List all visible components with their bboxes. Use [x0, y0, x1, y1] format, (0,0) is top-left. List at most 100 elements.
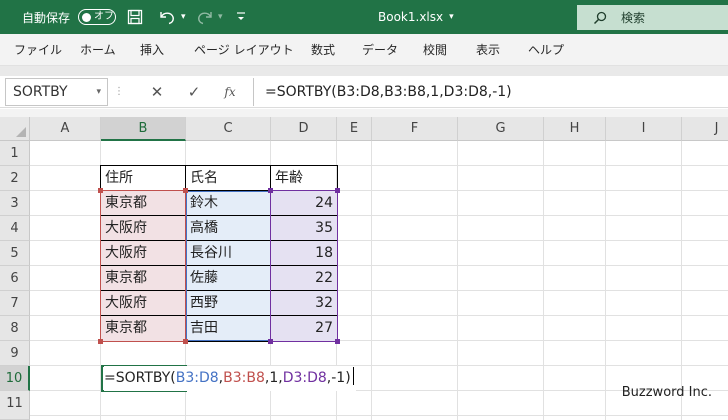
- row-header-7[interactable]: 7: [0, 291, 30, 316]
- formula-arg-range-b3-d8: B3:D8: [175, 370, 219, 386]
- redo-icon[interactable]: [196, 0, 214, 34]
- enter-icon[interactable]: ✓: [182, 78, 206, 106]
- file-name-dropdown-icon: ▾: [449, 12, 454, 22]
- column-header-d[interactable]: D: [271, 117, 337, 141]
- tab-page-layout[interactable]: ページ レイアウト: [194, 34, 294, 66]
- table-line: [100, 240, 338, 241]
- column-header-a[interactable]: A: [30, 117, 101, 141]
- row-header-11[interactable]: 11: [0, 391, 30, 420]
- undo-dropdown-icon[interactable]: ▾: [181, 0, 186, 34]
- range-handle[interactable]: [335, 339, 340, 344]
- search-icon: [593, 11, 607, 24]
- table-line: [100, 290, 338, 291]
- row-header-3[interactable]: 3: [0, 191, 30, 216]
- formula-input[interactable]: =SORTBY(B3:D8,B3:B8,1,D3:D8,-1): [253, 78, 728, 106]
- cell-age[interactable]: 27: [271, 316, 337, 341]
- tab-file[interactable]: ファイル: [14, 34, 62, 66]
- cell-age[interactable]: 35: [271, 216, 337, 241]
- column-header-b[interactable]: B: [101, 117, 186, 141]
- cell-formula-editor[interactable]: =SORTBY(B3:D8,B3:B8,1,D3:D8,-1): [104, 366, 356, 391]
- insert-function-icon[interactable]: fx: [218, 78, 242, 106]
- search-box[interactable]: 検索: [577, 5, 728, 30]
- column-header-h[interactable]: H: [544, 117, 606, 141]
- cell-age[interactable]: 24: [271, 191, 337, 216]
- cell-address[interactable]: 東京都: [101, 266, 186, 291]
- header-cell-name[interactable]: 氏名: [186, 166, 271, 191]
- formula-prefix: =SORTBY(: [104, 370, 176, 386]
- autosave-label: 自動保存: [22, 10, 71, 25]
- column-header-i[interactable]: I: [606, 117, 682, 141]
- range-handle[interactable]: [98, 339, 103, 344]
- cell-name[interactable]: 鈴木: [186, 191, 271, 216]
- redo-dropdown-icon[interactable]: ▾: [218, 0, 223, 34]
- undo-icon[interactable]: [158, 0, 176, 34]
- row-header-8[interactable]: 8: [0, 316, 30, 341]
- name-box-dropdown-icon[interactable]: ▾: [96, 79, 101, 105]
- customize-qat-icon[interactable]: [236, 0, 246, 34]
- column-header-g[interactable]: G: [458, 117, 544, 141]
- gridline: [681, 141, 682, 420]
- toggle-knob: [82, 12, 91, 22]
- cell-name[interactable]: 佐藤: [186, 266, 271, 291]
- row-header-9[interactable]: 9: [0, 341, 30, 366]
- select-all-corner[interactable]: [0, 117, 30, 141]
- cell-age[interactable]: 18: [271, 241, 337, 266]
- gridline: [457, 141, 458, 420]
- autosave-toggle[interactable]: オフ: [78, 9, 116, 25]
- ribbon-tabs: ファイル ホーム 挿入 ページ レイアウト 数式 データ 校閲 表示 ヘルプ: [0, 34, 728, 66]
- cell-name[interactable]: 吉田: [186, 316, 271, 341]
- autosave-state: オフ: [94, 11, 114, 22]
- file-name[interactable]: Book1.xlsx ▾: [378, 0, 454, 34]
- tab-help[interactable]: ヘルプ: [528, 34, 564, 66]
- row-header-10[interactable]: 10: [0, 366, 30, 391]
- table-line: [100, 315, 338, 316]
- cell-name[interactable]: 長谷川: [186, 241, 271, 266]
- save-icon[interactable]: [127, 0, 143, 34]
- range-handle[interactable]: [335, 188, 340, 193]
- formula-bar-grip-icon: ⋮: [114, 86, 124, 97]
- ribbon-collapsed-area: [0, 66, 728, 76]
- worksheet-grid[interactable]: A B C D E F G H I J 1 2 3 4 5 6 7 8 9 10…: [0, 117, 728, 420]
- formula-order-arg: ,1,: [264, 370, 283, 386]
- header-cell-age[interactable]: 年齢: [271, 166, 337, 191]
- tab-insert[interactable]: 挿入: [140, 34, 164, 66]
- table-line: [100, 265, 338, 266]
- cell-address[interactable]: 東京都: [101, 191, 186, 216]
- range-handle[interactable]: [183, 188, 188, 193]
- column-header-e[interactable]: E: [337, 117, 372, 141]
- column-header-c[interactable]: C: [186, 117, 271, 141]
- row-header-2[interactable]: 2: [0, 166, 30, 191]
- tab-formulas[interactable]: 数式: [311, 34, 335, 66]
- search-placeholder: 検索: [621, 11, 646, 25]
- row-header-4[interactable]: 4: [0, 216, 30, 241]
- column-header-f[interactable]: F: [372, 117, 458, 141]
- formula-arg-range-d3-d8: D3:D8: [282, 370, 327, 386]
- cell-address[interactable]: 大阪府: [101, 216, 186, 241]
- range-handle[interactable]: [98, 188, 103, 193]
- tab-view[interactable]: 表示: [476, 34, 500, 66]
- tab-home[interactable]: ホーム: [80, 34, 116, 66]
- formula-bar: SORTBY ▾ ⋮ ✕ ✓ fx =SORTBY(B3:D8,B3:B8,1,…: [0, 76, 728, 108]
- cell-age[interactable]: 22: [271, 266, 337, 291]
- tab-review[interactable]: 校閲: [423, 34, 447, 66]
- gridline: [605, 141, 606, 420]
- column-header-j[interactable]: J: [682, 117, 728, 141]
- cell-name[interactable]: 高橋: [186, 216, 271, 241]
- cancel-icon[interactable]: ✕: [145, 78, 169, 106]
- cell-age[interactable]: 32: [271, 291, 337, 316]
- cell-name[interactable]: 西野: [186, 291, 271, 316]
- header-cell-address[interactable]: 住所: [101, 166, 186, 191]
- select-all-triangle: [16, 127, 26, 137]
- tab-data[interactable]: データ: [362, 34, 398, 66]
- cell-address[interactable]: 大阪府: [101, 291, 186, 316]
- row-header-6[interactable]: 6: [0, 266, 30, 291]
- cell-address[interactable]: 東京都: [101, 316, 186, 341]
- cell-address[interactable]: 大阪府: [101, 241, 186, 266]
- row-header-1[interactable]: 1: [0, 141, 30, 166]
- row-header-5[interactable]: 5: [0, 241, 30, 266]
- range-handle[interactable]: [268, 188, 273, 193]
- watermark: Buzzword Inc.: [621, 385, 712, 400]
- name-box[interactable]: SORTBY ▾: [5, 78, 108, 106]
- range-handle[interactable]: [183, 339, 188, 344]
- range-handle[interactable]: [268, 339, 273, 344]
